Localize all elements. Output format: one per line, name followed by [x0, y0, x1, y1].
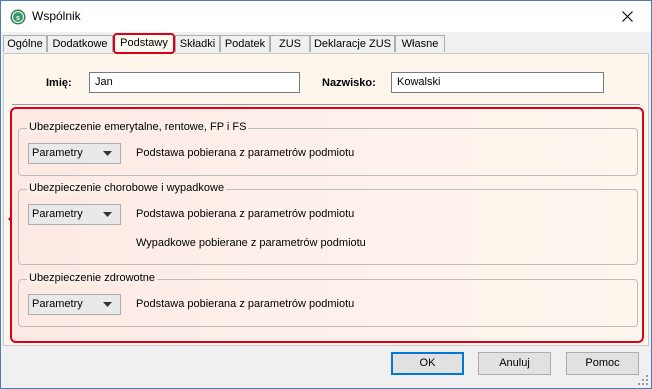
chevron-down-icon: [103, 212, 112, 217]
last-name-label: Nazwisko:: [322, 77, 376, 89]
podstawa-emerytalne-info: Podstawa pobierana z parametrów podmiotu: [136, 147, 355, 159]
podstawa-chorobowe-select[interactable]: Parametry: [28, 204, 121, 225]
help-button[interactable]: Pomoc: [566, 352, 639, 375]
group-chorobowe-title: Ubezpieczenie chorobowe i wypadkowe: [27, 182, 227, 194]
chevron-down-icon: [103, 151, 112, 156]
close-icon: [622, 11, 633, 22]
tab-wlasne[interactable]: Własne: [395, 35, 445, 52]
podstawa-chorobowe-info: Podstawa pobierana z parametrów podmiotu: [136, 208, 355, 220]
chevron-down-icon: [103, 302, 112, 307]
close-button[interactable]: [605, 1, 651, 32]
highlight-notch: [8, 215, 12, 223]
podstawa-chorobowe-value: Parametry: [32, 208, 83, 220]
title-bar: s Wspólnik: [1, 1, 651, 32]
window-title: Wspólnik: [32, 9, 81, 23]
tab-podatek[interactable]: Podatek: [220, 35, 270, 52]
tab-dodatkowe[interactable]: Dodatkowe: [47, 35, 113, 52]
group-chorobowe: Ubezpieczenie chorobowe i wypadkowe Para…: [18, 182, 638, 265]
podstawa-zdrowotne-info: Podstawa pobierana z parametrów podmiotu: [136, 298, 355, 310]
group-zdrowotne-title: Ubezpieczenie zdrowotne: [27, 272, 157, 284]
podstawa-zdrowotne-value: Parametry: [32, 298, 83, 310]
group-emerytalne: Ubezpieczenie emerytalne, rentowe, FP i …: [18, 121, 638, 176]
first-name-label: Imię:: [46, 77, 72, 89]
tab-zus[interactable]: ZUS: [270, 35, 310, 52]
svg-text:s: s: [16, 15, 20, 22]
tab-deklaracje-zus[interactable]: Deklaracje ZUS: [310, 35, 395, 52]
podstawa-emerytalne-select[interactable]: Parametry: [28, 143, 121, 164]
dialog-window: s Wspólnik Ogólne Dodatkowe Podstawy Skł…: [0, 0, 652, 389]
tab-panel-podstawy: Imię: Jan Nazwisko: Kowalski Ubezpieczen…: [3, 53, 649, 346]
ok-button[interactable]: OK: [391, 352, 464, 375]
separator: [12, 104, 640, 105]
podstawa-zdrowotne-select[interactable]: Parametry: [28, 294, 121, 315]
tab-strip: Ogólne Dodatkowe Podstawy Składki Podate…: [3, 33, 649, 54]
last-name-field[interactable]: Kowalski: [391, 72, 604, 93]
group-zdrowotne: Ubezpieczenie zdrowotne Parametry Podsta…: [18, 272, 638, 327]
app-logo-icon: s: [10, 9, 26, 25]
wypadkowe-info: Wypadkowe pobierane z parametrów podmiot…: [136, 237, 366, 249]
tab-ogolne[interactable]: Ogólne: [3, 35, 47, 52]
cancel-button[interactable]: Anuluj: [478, 352, 551, 375]
first-name-field[interactable]: Jan: [89, 72, 300, 93]
highlight-frame: Ubezpieczenie emerytalne, rentowe, FP i …: [10, 107, 644, 343]
tab-podstawy[interactable]: Podstawy: [113, 33, 175, 54]
tab-skladki[interactable]: Składki: [175, 35, 220, 52]
resize-grip-icon[interactable]: [638, 375, 648, 385]
group-emerytalne-title: Ubezpieczenie emerytalne, rentowe, FP i …: [27, 121, 249, 133]
podstawa-emerytalne-value: Parametry: [32, 147, 83, 159]
